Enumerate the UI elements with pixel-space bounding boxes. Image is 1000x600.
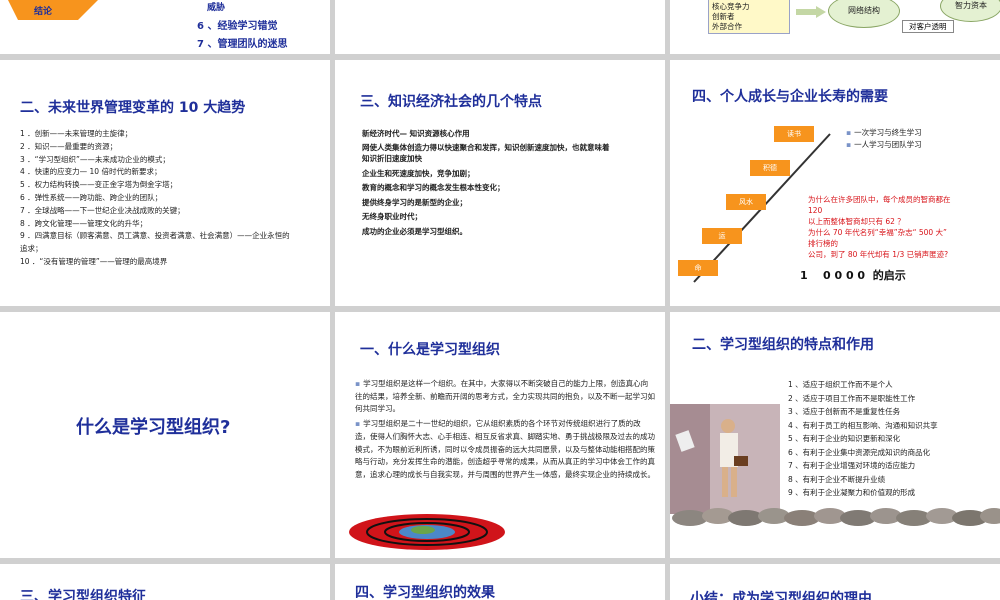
- definition-paragraph: 学习型组织是这样一个组织。在其中，大家得以不断突破自己的能力上限，创造真心向往的…: [355, 378, 655, 416]
- list-item: 5 、有利于企业的知识更新和深化: [788, 434, 901, 443]
- list-item: 2 ．知识——最重要的资源；: [20, 141, 118, 151]
- slide-title: 二、未来世界管理变革的 10 大趋势: [20, 100, 246, 116]
- slide-thumb-2[interactable]: [335, 0, 665, 54]
- slide-thumb-1[interactable]: 结论 威胁 6 、经验学习错觉 7 、管理团队的迷思: [0, 0, 330, 54]
- box-line: 外部合作: [712, 22, 742, 31]
- list-item: 追求；: [20, 244, 43, 254]
- transparency-label: 对客户透明: [902, 20, 954, 33]
- slide-thumb-10[interactable]: 三、学习型组织特征: [0, 564, 330, 600]
- list-item: 5 ．权力结构转换——变正金字塔为倒金字塔；: [20, 180, 178, 190]
- partial-text: 威胁: [207, 3, 226, 13]
- stair-step-luck: 运: [702, 228, 742, 244]
- conclusion-tag: 结论: [34, 7, 53, 17]
- slide-thumb-11[interactable]: 四、学习型组织的效果: [335, 564, 665, 600]
- stones-image: [672, 508, 1000, 526]
- list-item: 8 、有利于企业不断提升业绩: [788, 474, 886, 484]
- slide-thumb-5[interactable]: 三、知识经济社会的几个特点 新经济时代— 知识资源核心作用 网使人类集体创造力得…: [335, 60, 665, 306]
- stair-step-virtue: 积德: [750, 160, 790, 176]
- arrow-icon: [796, 6, 826, 18]
- list-item: 企业生和死速度加快，竞争加剧；: [362, 168, 475, 178]
- trend-list: 1 ．创新——未来管理的主旋律； 2 ．知识——最重要的资源； 3 ．“学习型组…: [20, 128, 290, 269]
- network-oval: 网络结构: [828, 0, 900, 28]
- feature-list: 1 、适应于组织工作而不是个人 2 、适应于项目工作而不是职能性工作 3 、适应…: [788, 378, 938, 500]
- list-item: 6 ．弹性系统——跨功能、跨企业的团队；: [20, 192, 163, 202]
- list-item: 3 ．“学习型组织”——未来成功企业的模式；: [20, 154, 170, 164]
- list-item: 新经济时代— 知识资源核心作用: [362, 129, 470, 138]
- arrow-graphic: [8, 0, 98, 20]
- slide-title: 四、学习型组织的效果: [355, 585, 495, 600]
- list-item: 1 ．创新——未来管理的主旋律；: [20, 129, 133, 138]
- list-item: 无终身职业时代；: [362, 212, 422, 221]
- list-item: 4 ．快速的应变力— 10 倍时代的新要求；: [20, 167, 162, 177]
- slide-title: 三、知识经济社会的几个特点: [360, 94, 542, 110]
- list-item: 4 、有利于员工的相互影响、沟通和知识共享: [788, 420, 938, 430]
- slide-title: 二、学习型组织的特点和作用: [692, 337, 874, 353]
- slide-thumb-6[interactable]: 四、个人成长与企业长寿的需要 读书 积德 风水 运 命 一次学习与终生学习 一人…: [670, 60, 1000, 306]
- list-item: 7 ．全球战略——下一世纪企业决战成败的关键；: [20, 205, 185, 215]
- list-item: 提供终身学习的是新型的企业；: [362, 197, 467, 207]
- stair-step-fengshui: 风水: [726, 194, 766, 210]
- bullet-item: 一人学习与团队学习: [846, 139, 922, 151]
- slide-title: 小结：成为学习型组织的理由: [690, 591, 872, 600]
- question-text: 为什么在许多团队中，每个成员的智商都在 120 以上而整体智商却只有 62 ？ …: [808, 195, 951, 259]
- slide-thumb-8[interactable]: 一、什么是学习型组织 学习型组织是这样一个组织。在其中，大家得以不断突破自己的能…: [335, 312, 665, 558]
- feature-list: 新经济时代— 知识资源核心作用 网使人类集体创造力得以快速聚合和发挥，知识创新速…: [362, 127, 610, 239]
- inspiration-text: 1 0 0 0 0 的启示: [800, 269, 906, 282]
- list-item: 6 、有利于企业集中资源完成知识的商品化: [788, 447, 931, 457]
- list-item: 成功的企业必须是学习型组织。: [362, 226, 467, 236]
- capital-oval: 智力资本: [940, 0, 1000, 22]
- list-item: 知识折旧速度加快: [362, 153, 422, 163]
- list-item: 2 、适应于项目工作而不是职能性工作: [788, 393, 916, 403]
- slide-thumb-12[interactable]: 小结：成为学习型组织的理由: [670, 564, 1000, 600]
- slide-thumb-7[interactable]: 什么是学习型组织?: [0, 312, 330, 558]
- list-item: 7 、管理团队的迷思: [197, 39, 288, 50]
- list-item: 9 ．四满意目标（顾客满意、员工满意、投资者满意、社会满意）——企业永恒的: [20, 231, 290, 241]
- slide-thumb-4[interactable]: 二、未来世界管理变革的 10 大趋势 1 ．创新——未来管理的主旋律； 2 ．知…: [0, 60, 330, 306]
- slide-thumb-9[interactable]: 二、学习型组织的特点和作用 1 、适应于组织工作而不是个人 2 、适应于项目工作…: [670, 312, 1000, 558]
- slide-title: 一、什么是学习型组织: [360, 342, 500, 358]
- definition-paragraph: 学习型组织是二十一世纪的组织，它从组织素质的各个环节对传统组织进行了质的改造，使…: [355, 418, 655, 482]
- bullet-item: 一次学习与终生学习: [846, 127, 922, 139]
- list-item: 网使人类集体创造力得以快速聚合和发挥，知识创新速度加快，也就意味着: [362, 142, 610, 152]
- globe-disc-image: [349, 514, 505, 550]
- stair-step-fate: 命: [678, 260, 718, 276]
- list-item: 7 、有利于企业增强对环境的适应能力: [788, 461, 916, 470]
- list-item: 6 、经验学习错觉: [197, 21, 278, 32]
- question-heading: 什么是学习型组织?: [76, 417, 231, 438]
- list-item: 9 、有利于企业凝聚力和价值观的形成: [788, 488, 916, 497]
- slide-thumb-3[interactable]: 核心竞争力 创新者 外部合作 网络结构 智力资本 对客户透明: [670, 0, 1000, 54]
- list-item: 1 、适应于组织工作而不是个人: [788, 380, 893, 389]
- slide-title: 三、学习型组织特征: [20, 589, 146, 600]
- list-item: 10 ．“没有管理的管理”——管理的最高境界: [20, 256, 168, 266]
- stair-step-reading: 读书: [774, 126, 814, 142]
- list-item: 3 、适应于创新而不是重复性任务: [788, 407, 901, 416]
- list-item: 8 ．跨文化管理——管理文化的升华；: [20, 218, 148, 228]
- list-item: 教育的概念和学习的概念发生根本性变化；: [362, 183, 505, 192]
